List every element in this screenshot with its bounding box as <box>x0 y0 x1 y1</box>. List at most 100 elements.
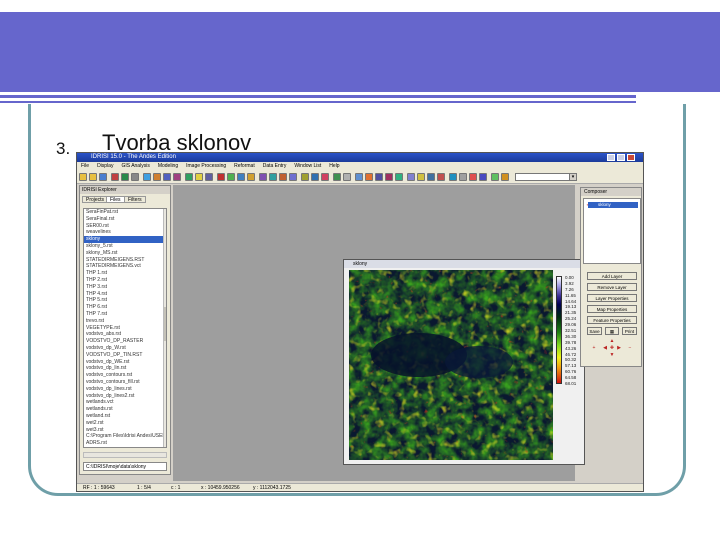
pan-right-icon[interactable]: ▶ <box>616 345 622 351</box>
menu-item[interactable]: Data Entry <box>263 163 287 169</box>
explorer-path-field[interactable]: C:\IDRISI\moje\data\sklony <box>83 462 167 471</box>
zoom-in-icon[interactable]: + <box>591 345 597 351</box>
toolbar-tool-icon[interactable] <box>227 173 235 181</box>
toolbar-tool-icon[interactable] <box>121 173 129 181</box>
file-list-item[interactable]: THP 3.rst <box>84 284 166 291</box>
file-list-item[interactable]: vodstvo_contours.rst <box>84 372 166 379</box>
menu-item[interactable]: Display <box>97 163 113 169</box>
file-list-item[interactable]: vodstvo_dp_WE.rst <box>84 359 166 366</box>
file-list-item[interactable]: ADRS.rst <box>84 440 166 447</box>
file-list-item[interactable]: THP 6.rst <box>84 304 166 311</box>
menu-item[interactable]: Image Processing <box>186 163 226 169</box>
file-list-item[interactable]: wet3.rst <box>84 427 166 434</box>
toolbar-tool-icon[interactable] <box>479 173 487 181</box>
file-list-item[interactable]: sklony_5.rst <box>84 243 166 250</box>
file-list-item[interactable]: THP 5.rst <box>84 297 166 304</box>
toolbar-tool-icon[interactable] <box>321 173 329 181</box>
toolbar-tool-icon[interactable] <box>289 173 297 181</box>
file-list-item[interactable]: STATEDIRMEIGENS.vct <box>84 263 166 270</box>
file-list-item[interactable]: wetland.rst <box>84 413 166 420</box>
toolbar-tool-icon[interactable] <box>459 173 467 181</box>
file-list-scrollbar[interactable] <box>163 209 166 447</box>
file-list-item[interactable]: sklony_MS.rst <box>84 250 166 257</box>
file-list-hscrollbar[interactable] <box>83 452 167 458</box>
toolbar-tool-icon[interactable] <box>247 173 255 181</box>
toolbar-tool-icon[interactable] <box>153 173 161 181</box>
toolbar-tool-icon[interactable] <box>143 173 151 181</box>
toolbar-tool-icon[interactable] <box>269 173 277 181</box>
tab-projects[interactable]: Projects <box>82 196 109 203</box>
add-layer-button[interactable]: Add Layer <box>587 272 637 280</box>
toolbar-tool-icon[interactable] <box>173 173 181 181</box>
file-list-item[interactable]: STATEDIRMEIGENS.RST <box>84 257 166 264</box>
menu-item[interactable]: Help <box>329 163 339 169</box>
file-list-item[interactable]: vodstvo_dp_lines2.rst <box>84 393 166 400</box>
toolbar-tool-icon[interactable] <box>417 173 425 181</box>
toolbar-tool-icon[interactable] <box>111 173 119 181</box>
toolbar-tool-icon[interactable] <box>469 173 477 181</box>
file-list-item[interactable]: THP 4.rst <box>84 291 166 298</box>
tab-files[interactable]: Files <box>106 196 125 203</box>
menu-item[interactable]: File <box>81 163 89 169</box>
toolbar-tool-icon[interactable] <box>185 173 193 181</box>
toolbar-tool-icon[interactable] <box>311 173 319 181</box>
file-list-item[interactable]: vodstvo_abs.rst <box>84 331 166 338</box>
file-list-item[interactable]: SeraFinal.rst <box>84 216 166 223</box>
composer-layer-item[interactable]: sklony <box>588 202 638 208</box>
file-list-item[interactable]: wet2.rst <box>84 420 166 427</box>
save-button[interactable]: Save <box>587 327 602 335</box>
toolbar-tool-icon[interactable] <box>395 173 403 181</box>
file-list-item[interactable]: vodstvo_dp_lin.rst <box>84 365 166 372</box>
zoom-out-icon[interactable]: − <box>627 345 633 351</box>
toolbar-tool-icon[interactable] <box>195 173 203 181</box>
file-list-item[interactable]: SER00.rst <box>84 223 166 230</box>
file-list-item[interactable]: vodstvo_contours_fill.rst <box>84 379 166 386</box>
toolbar-tool-icon[interactable] <box>99 173 107 181</box>
toolbar-tool-icon[interactable] <box>333 173 341 181</box>
menu-item[interactable]: Modeling <box>158 163 178 169</box>
menu-item[interactable]: GIS Analysis <box>121 163 149 169</box>
map-properties-button[interactable]: Map Properties <box>587 305 637 313</box>
toolbar-tool-icon[interactable] <box>237 173 245 181</box>
file-list-item[interactable]: wetlands.rst <box>84 406 166 413</box>
file-list-item[interactable]: wetlands.vct <box>84 399 166 406</box>
tab-filters[interactable]: Filters <box>124 196 146 203</box>
toolbar-tool-icon[interactable] <box>79 173 87 181</box>
file-list-item[interactable]: THP 1.rst <box>84 270 166 277</box>
pan-center-icon[interactable]: ✚ <box>609 345 615 351</box>
toolbar-tool-icon[interactable] <box>89 173 97 181</box>
toolbar-tool-icon[interactable] <box>427 173 435 181</box>
file-list-item[interactable]: trevo.rst <box>84 318 166 325</box>
minimize-button[interactable] <box>607 154 615 161</box>
toolbar-tool-icon[interactable] <box>163 173 171 181</box>
maximize-button[interactable] <box>617 154 625 161</box>
file-list-item[interactable]: C:\Program Files\Idrisi Andes\USER <box>84 433 166 440</box>
file-list-item[interactable]: VEGETYPE.rst <box>84 325 166 332</box>
toolbar-tool-icon[interactable] <box>301 173 309 181</box>
chevron-down-icon[interactable]: ▾ <box>569 173 577 181</box>
map-grid-icon[interactable]: ▦ <box>605 327 619 335</box>
file-list-item[interactable]: THP 7.rst <box>84 311 166 318</box>
pan-down-icon[interactable]: ▼ <box>609 352 615 358</box>
toolbar-tool-icon[interactable] <box>501 173 509 181</box>
file-list-item[interactable]: THP 2.rst <box>84 277 166 284</box>
toolbar-tool-icon[interactable] <box>131 173 139 181</box>
toolbar-tool-icon[interactable] <box>385 173 393 181</box>
close-button[interactable] <box>627 154 635 161</box>
menu-item[interactable]: Reformat <box>234 163 255 169</box>
print-button[interactable]: Print <box>622 327 637 335</box>
scrollbar-thumb[interactable] <box>164 307 166 341</box>
menu-item[interactable]: Window List <box>294 163 321 169</box>
file-list-item[interactable]: weavelines <box>84 229 166 236</box>
toolbar-tool-icon[interactable] <box>205 173 213 181</box>
toolbar-tool-icon[interactable] <box>279 173 287 181</box>
toolbar-select[interactable] <box>515 173 577 181</box>
remove-layer-button[interactable]: Remove Layer <box>587 283 637 291</box>
slope-map-raster[interactable] <box>349 270 553 460</box>
layer-properties-button[interactable]: Layer Properties <box>587 294 637 302</box>
toolbar-tool-icon[interactable] <box>259 173 267 181</box>
file-list-item[interactable]: VODSTVO_DP_RASTER <box>84 338 166 345</box>
toolbar-tool-icon[interactable] <box>355 173 363 181</box>
file-list-item[interactable]: vodstvo_dp_lines.rst <box>84 386 166 393</box>
pan-up-icon[interactable]: ▲ <box>609 338 615 344</box>
